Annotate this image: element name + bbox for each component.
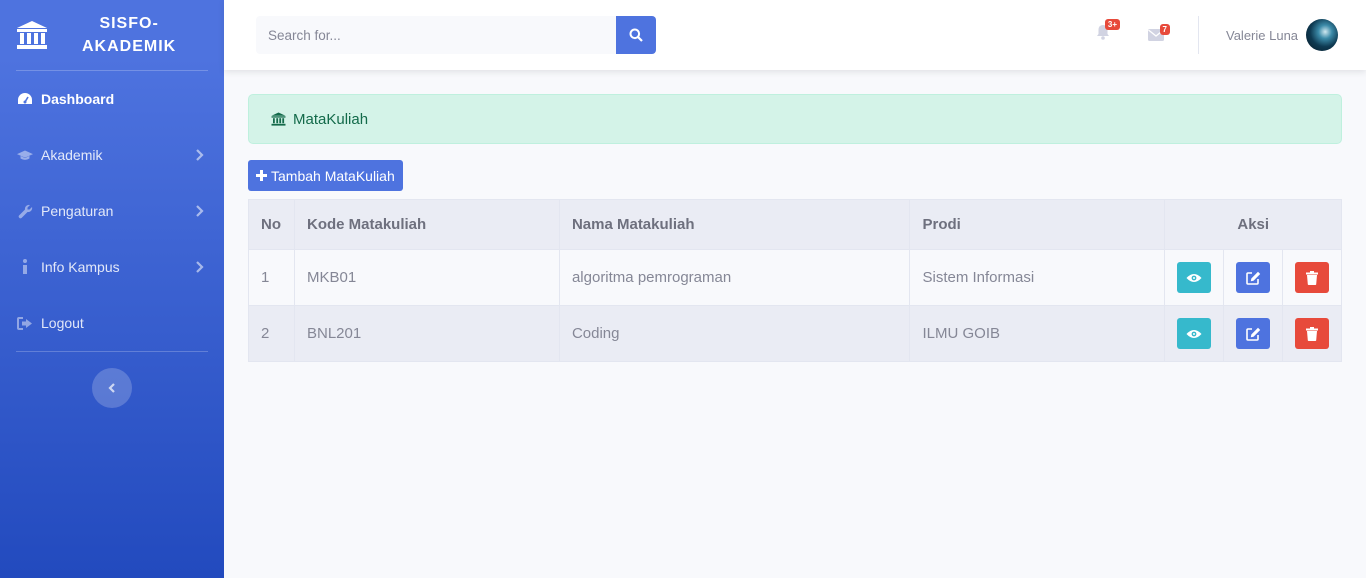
search-bar [256,16,656,54]
matakuliah-table: No Kode Matakuliah Nama Matakuliah Prodi… [248,199,1342,362]
sign-out-icon [17,315,33,331]
cell-prodi: ILMU GOIB [909,305,1166,362]
search-input[interactable] [256,16,616,54]
topbar: 3+ 7 Valerie Luna [224,0,1366,70]
header-prodi: Prodi [909,199,1166,250]
edit-icon [1245,271,1260,285]
university-icon [17,21,47,49]
cell-no: 2 [248,305,295,362]
dashboard-icon [17,91,33,107]
sidebar-item-akademik[interactable]: Akademik [0,127,224,183]
brand-line1: SISFO- [99,15,159,32]
sidebar-item-label: Logout [41,315,84,331]
page-title-alert: MataKuliah [248,94,1342,144]
user-name: Valerie Luna [1226,27,1299,43]
delete-button[interactable] [1295,262,1330,293]
brand-text: SISFO- AKADEMIK [82,12,176,58]
sidebar: SISFO- AKADEMIK Dashboard Akademik Penga… [0,0,224,578]
sidebar-item-dashboard[interactable]: Dashboard [0,71,224,127]
alerts-dropdown[interactable]: 3+ [1096,19,1120,45]
cell-delete [1282,305,1342,362]
cell-prodi: Sistem Informasi [909,249,1166,306]
chevron-right-icon [196,261,204,273]
edit-button[interactable] [1236,318,1271,349]
sidebar-item-label: Info Kampus [41,259,120,275]
wrench-icon [17,203,33,219]
cell-kode: BNL201 [293,305,560,362]
table-row: 1 MKB01 algoritma pemrograman Sistem Inf… [248,249,1342,306]
cell-view [1164,305,1225,362]
cell-kode: MKB01 [293,249,560,306]
table-row: 2 BNL201 Coding ILMU GOIB [248,305,1342,362]
chevron-left-icon [108,383,115,393]
page-title: MataKuliah [293,110,369,128]
cell-nama: Coding [558,305,911,362]
cell-view [1164,249,1225,306]
chevron-right-icon [196,149,204,161]
messages-badge: 7 [1159,24,1170,35]
header-kode: Kode Matakuliah [293,199,560,250]
avatar [1306,19,1339,51]
cell-delete [1282,249,1342,306]
cell-edit [1223,249,1284,306]
graduation-cap-icon [17,147,33,163]
header-no: No [248,199,295,250]
info-icon [17,259,33,275]
user-dropdown[interactable]: Valerie Luna [1226,19,1339,51]
sidebar-item-label: Akademik [41,147,103,163]
sidebar-item-pengaturan[interactable]: Pengaturan [0,183,224,239]
trash-icon [1306,326,1319,341]
edit-icon [1245,327,1260,341]
brand[interactable]: SISFO- AKADEMIK [0,0,224,70]
header-nama: Nama Matakuliah [558,199,911,250]
sidebar-item-logout[interactable]: Logout [0,295,224,351]
topbar-divider [1198,16,1199,54]
eye-icon [1186,329,1202,338]
messages-dropdown[interactable]: 7 [1148,24,1170,46]
main-content: MataKuliah Tambah MataKuliah No Kode Mat… [248,94,1342,362]
cell-no: 1 [248,249,295,306]
search-icon [629,28,643,42]
eye-icon [1186,273,1202,282]
header-aksi: Aksi [1164,199,1342,250]
sidebar-item-info-kampus[interactable]: Info Kampus [0,239,224,295]
sidebar-toggle-button[interactable] [92,368,132,408]
trash-icon [1306,270,1319,285]
add-matakuliah-button[interactable]: Tambah MataKuliah [248,160,403,191]
table-header-row: No Kode Matakuliah Nama Matakuliah Prodi… [248,199,1342,250]
university-icon [271,112,286,126]
sidebar-item-label: Dashboard [41,91,115,107]
alerts-badge: 3+ [1104,19,1120,30]
chevron-right-icon [196,205,204,217]
sidebar-divider [16,351,208,352]
edit-button[interactable] [1236,262,1271,293]
plus-icon [256,170,267,181]
view-button[interactable] [1177,318,1212,349]
cell-edit [1223,305,1284,362]
sidebar-toggle-wrap [0,368,224,408]
brand-line2: AKADEMIK [82,38,177,55]
cell-nama: algoritma pemrograman [558,249,911,306]
delete-button[interactable] [1295,318,1330,349]
search-button[interactable] [616,16,656,54]
add-button-label: Tambah MataKuliah [271,167,395,184]
sidebar-item-label: Pengaturan [41,203,114,219]
view-button[interactable] [1177,262,1212,293]
